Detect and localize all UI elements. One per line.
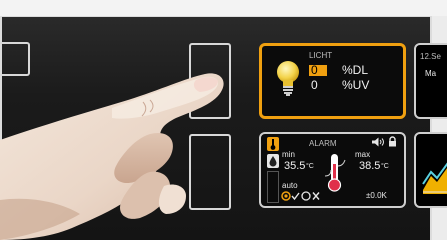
pointing-hand <box>0 73 224 240</box>
device-photo: LICHT 0 %DL 0 %UV ALARM min 35.5 °C max … <box>0 0 447 240</box>
